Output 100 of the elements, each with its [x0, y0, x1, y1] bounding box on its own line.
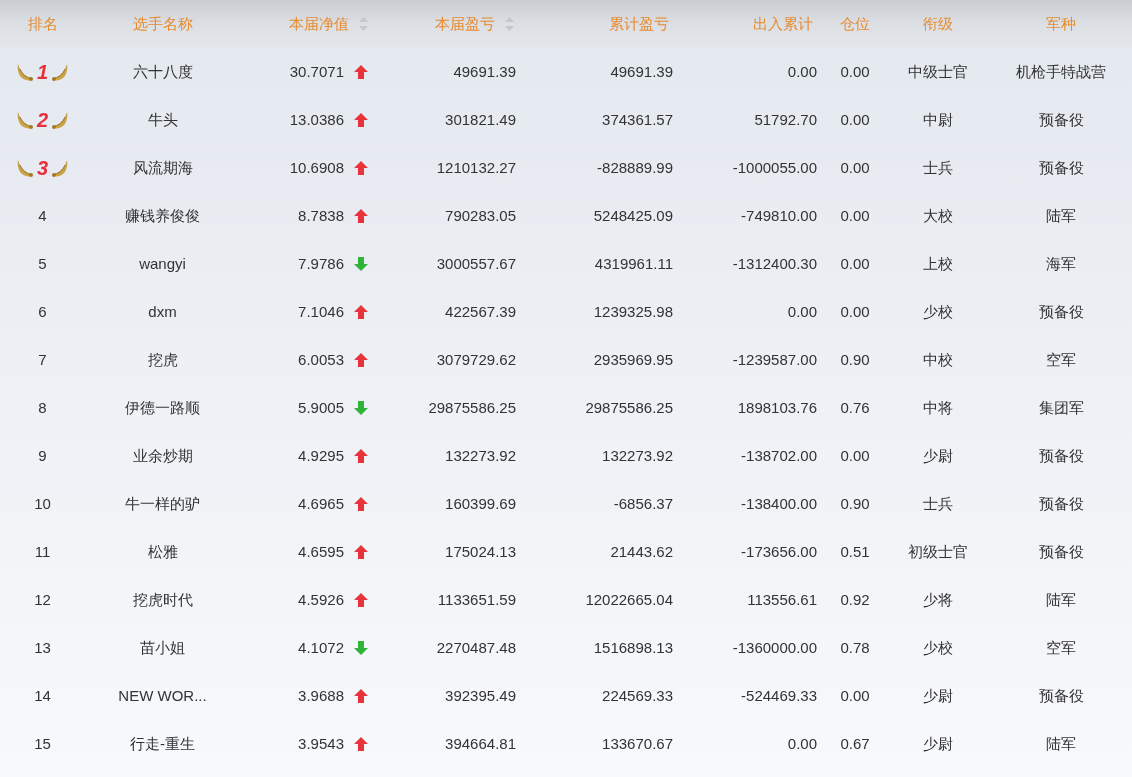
column-header: 军种 [1046, 13, 1076, 34]
grade: 初级士官 [907, 541, 968, 562]
wing-icon [51, 62, 69, 82]
column-header[interactable]: 本届盈亏 [435, 12, 495, 36]
cumulative-profit: 2935969.95 [593, 349, 673, 370]
position: 0.00 [840, 61, 870, 82]
net-transfer: -524469.33 [741, 685, 817, 706]
net-value: 3.9688 [298, 685, 344, 706]
position: 0.90 [840, 493, 870, 514]
branch: 陆军 [1046, 205, 1076, 226]
net-transfer: 0.00 [787, 733, 817, 754]
position: 0.67 [840, 733, 870, 754]
net-value: 7.9786 [298, 253, 344, 274]
rank-number: 9 [38, 445, 47, 466]
position: 0.78 [840, 637, 870, 658]
grade: 大校 [922, 205, 953, 226]
net-transfer: -138702.00 [741, 445, 817, 466]
grade: 中级士官 [907, 61, 968, 82]
grade: 少将 [922, 589, 953, 610]
column-header: 选手名称 [132, 13, 193, 34]
column-header: 排名 [27, 13, 58, 34]
net-value: 4.5926 [298, 589, 344, 610]
grade: 中尉 [922, 109, 953, 130]
profit: 3079729.62 [436, 349, 516, 370]
rank-number: 12 [34, 589, 51, 610]
position: 0.00 [840, 205, 870, 226]
column-header: 仓位 [840, 13, 870, 34]
rank-number: 4 [38, 205, 47, 226]
position: 0.00 [840, 685, 870, 706]
net-value: 4.9295 [298, 445, 344, 466]
net-transfer: -1312400.30 [732, 253, 817, 274]
net-transfer: -749810.00 [741, 205, 817, 226]
branch: 预备役 [1038, 493, 1084, 514]
position: 0.92 [840, 589, 870, 610]
cumulative-profit: 224569.33 [602, 685, 673, 706]
profit: 1133651.59 [437, 589, 516, 610]
sort-icon[interactable] [505, 17, 514, 31]
wing-icon [51, 110, 69, 130]
player-name: 苗小姐 [140, 637, 185, 658]
net-transfer: -1239587.00 [732, 349, 817, 370]
player-name: 松雅 [147, 541, 178, 562]
net-transfer: -1360000.00 [732, 637, 817, 658]
player-name: NEW WOR... [118, 685, 207, 706]
net-value: 13.0386 [289, 109, 344, 130]
profit: 790283.05 [445, 205, 516, 226]
grade: 少尉 [922, 733, 953, 754]
profit: 3000557.67 [436, 253, 516, 274]
net-transfer: -138400.00 [741, 493, 817, 514]
cumulative-profit: 4319961.11 [594, 253, 673, 274]
grade: 士兵 [922, 157, 953, 178]
net-value: 10.6908 [289, 157, 344, 178]
column-header: 出入累计 [753, 13, 813, 34]
position: 0.51 [840, 541, 870, 562]
rank-number: 13 [34, 637, 51, 658]
sort-icon[interactable] [359, 17, 368, 31]
branch: 预备役 [1038, 301, 1084, 322]
profit: 394664.81 [445, 733, 516, 754]
cumulative-profit: 133670.67 [602, 733, 673, 754]
column-header[interactable]: 本届净值 [289, 12, 349, 36]
cumulative-profit: 1516898.13 [593, 637, 673, 658]
branch: 集团军 [1038, 397, 1084, 418]
grade: 士兵 [922, 493, 953, 514]
branch: 陆军 [1046, 589, 1076, 610]
profit: 2270487.48 [436, 637, 516, 658]
player-name: 挖虎 [147, 349, 178, 370]
position: 0.90 [840, 349, 870, 370]
position: 0.00 [840, 109, 870, 130]
player-name: dxm [148, 301, 177, 322]
grade: 中将 [922, 397, 953, 418]
wing-icon [16, 110, 34, 130]
player-name: 赚钱养俊俊 [125, 205, 200, 226]
net-value: 8.7838 [298, 205, 344, 226]
grade: 上校 [922, 253, 953, 274]
net-transfer: 113556.61 [747, 589, 817, 610]
branch: 预备役 [1038, 541, 1084, 562]
position: 0.00 [840, 445, 870, 466]
cumulative-profit: 49691.39 [610, 61, 673, 82]
cumulative-profit: -6856.37 [613, 493, 673, 514]
cumulative-profit: 5248425.09 [593, 205, 673, 226]
branch: 预备役 [1038, 445, 1084, 466]
profit: 29875586.25 [428, 397, 516, 418]
branch: 陆军 [1046, 733, 1076, 754]
cumulative-profit: -828889.99 [597, 157, 673, 178]
profit: 422567.39 [445, 301, 516, 322]
column-header: 累计盈亏 [609, 13, 669, 34]
rank-number: 10 [34, 493, 51, 514]
medal-rank: 1 [35, 60, 50, 85]
net-value: 7.1046 [298, 301, 344, 322]
profit: 1210132.27 [436, 157, 516, 178]
grade: 中校 [922, 349, 953, 370]
column-header: 衔级 [922, 13, 953, 34]
medal-rank: 3 [35, 156, 50, 181]
branch: 空军 [1046, 349, 1076, 370]
profit: 301821.49 [445, 109, 516, 130]
branch: 海军 [1046, 253, 1076, 274]
net-transfer: 0.00 [787, 301, 817, 322]
branch: 空军 [1046, 637, 1076, 658]
player-name: 行走-重生 [130, 733, 195, 754]
net-value: 3.9543 [298, 733, 344, 754]
net-transfer: 51792.70 [754, 109, 817, 130]
